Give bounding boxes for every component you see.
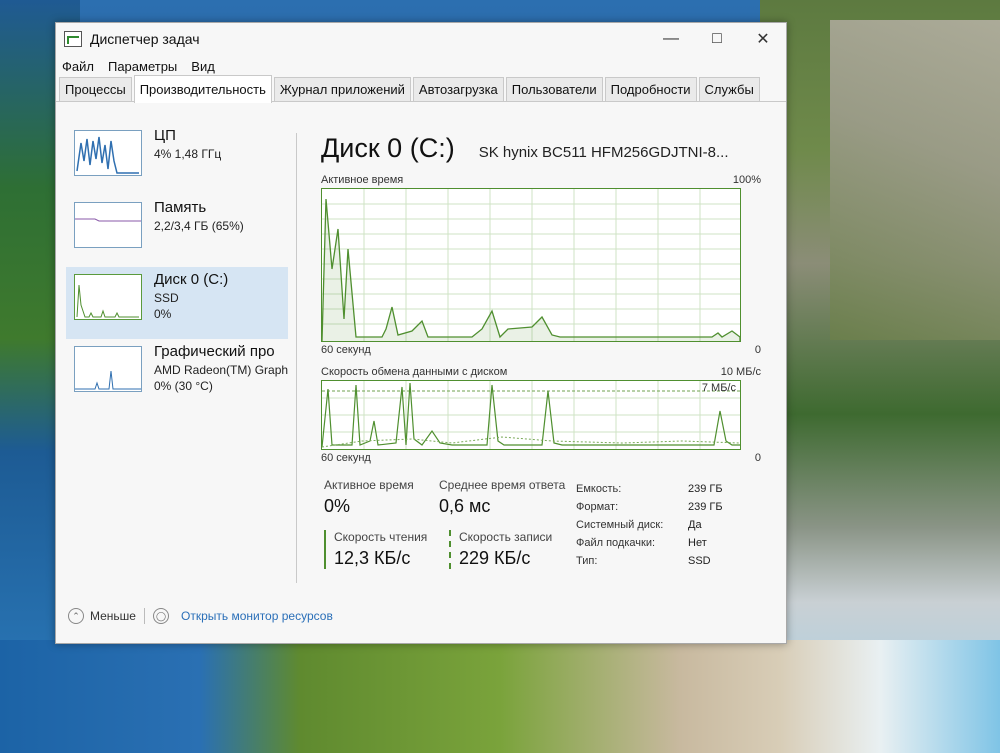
cpu-thumbnail-graph <box>74 130 142 176</box>
read-speed-value: 12,3 КБ/с <box>334 548 411 568</box>
response-time-value: 0,6 мс <box>439 496 491 516</box>
sidebar-cpu-name: ЦП <box>154 127 176 144</box>
write-speed-label: Скорость записи <box>459 530 553 544</box>
sidebar-item-gpu[interactable]: Графический про AMD Radeon(TM) Graph 0% … <box>66 339 288 411</box>
property-row: Емкость: 239 ГБ <box>576 483 723 501</box>
menu-options[interactable]: Параметры <box>108 59 177 74</box>
transfer-rate-graph-timespan: 60 секунд <box>321 452 371 464</box>
tab-processes[interactable]: Процессы <box>59 77 132 101</box>
task-manager-icon <box>64 31 82 47</box>
transfer-rate-graph-min: 0 <box>754 452 761 464</box>
fewer-details-button[interactable]: Меньше <box>90 609 136 623</box>
read-speed-label: Скорость чтения <box>334 530 428 544</box>
window-controls: — □ ✕ <box>648 23 786 55</box>
property-value: Да <box>688 519 702 531</box>
sidebar-memory-name: Память <box>154 199 207 216</box>
active-time-graph-min: 0 <box>754 344 761 356</box>
tab-app-history[interactable]: Журнал приложений <box>273 77 411 101</box>
transfer-rate-graph-inner-max: 7 МБ/с <box>701 382 736 394</box>
tab-performance[interactable]: Производительность <box>133 75 272 103</box>
sidebar-gpu-model: AMD Radeon(TM) Graph <box>154 363 289 377</box>
sidebar-divider <box>296 133 297 583</box>
transfer-rate-graph: 7 МБ/с <box>321 380 741 450</box>
property-row: Файл подкачки: Нет <box>576 537 723 555</box>
disk-detail-panel: Диск 0 (C:) SK hynix BC511 HFM256GDJTNI-… <box>321 133 761 603</box>
tab-bar: Процессы Производительность Журнал прило… <box>56 75 786 103</box>
menu-view[interactable]: Вид <box>191 59 215 74</box>
transfer-rate-graph-max: 10 МБ/с <box>720 366 761 378</box>
tab-users[interactable]: Пользователи <box>505 77 603 101</box>
property-key: Формат: <box>576 501 619 513</box>
tab-startup[interactable]: Автозагрузка <box>412 77 504 101</box>
property-key: Файл подкачки: <box>576 537 656 549</box>
property-row: Тип: SSD <box>576 555 723 573</box>
resource-monitor-icon[interactable]: ◯ <box>152 608 169 624</box>
tab-services[interactable]: Службы <box>698 77 760 101</box>
title-bar[interactable]: Диспетчер задач — □ ✕ <box>56 23 786 55</box>
response-time-label: Среднее время ответа <box>439 478 566 492</box>
maximize-button[interactable]: □ <box>694 23 740 55</box>
property-row: Формат: 239 ГБ <box>576 501 723 519</box>
memory-thumbnail-graph <box>74 202 142 248</box>
transfer-rate-graph-label: Скорость обмена данными с диском <box>321 366 508 378</box>
disk-title: Диск 0 (C:) <box>321 133 455 163</box>
sidebar-memory-usage: 2,2/3,4 ГБ (65%) <box>154 219 244 233</box>
active-time-graph-timespan: 60 секунд <box>321 344 371 356</box>
gpu-thumbnail-graph <box>74 346 142 392</box>
property-value: 239 ГБ <box>688 483 723 495</box>
minimize-button[interactable]: — <box>648 23 694 55</box>
active-time-label: Активное время <box>324 478 414 492</box>
sidebar-item-disk[interactable]: Диск 0 (C:) SSD 0% <box>66 267 288 339</box>
footer-separator <box>143 608 145 624</box>
open-resource-monitor-link[interactable]: Открыть монитор ресурсов <box>181 609 333 623</box>
task-manager-window: Диспетчер задач — □ ✕ Файл Параметры Вид… <box>55 22 787 644</box>
sidebar-gpu-usage: 0% (30 °C) <box>154 379 213 393</box>
sidebar-item-cpu[interactable]: ЦП 4% 1,48 ГГц <box>66 123 288 195</box>
property-value: 239 ГБ <box>688 501 723 513</box>
window-title: Диспетчер задач <box>90 31 200 47</box>
write-speed-value: 229 КБ/с <box>459 548 531 568</box>
sidebar-gpu-name: Графический про <box>154 343 275 360</box>
active-time-value: 0% <box>324 496 351 516</box>
sidebar-disk-usage: 0% <box>154 307 172 321</box>
property-key: Тип: <box>576 555 598 567</box>
desktop-background-cliff <box>830 20 1000 340</box>
sidebar-disk-type: SSD <box>154 291 179 305</box>
disk-model: SK hynix BC511 HFM256GDJTNI-8... <box>478 144 729 161</box>
property-row: Системный диск: Да <box>576 519 723 537</box>
sidebar-cpu-usage: 4% 1,48 ГГц <box>154 147 222 161</box>
menu-bar: Файл Параметры Вид <box>56 55 786 77</box>
footer-bar: ⌃ Меньше ◯ Открыть монитор ресурсов <box>68 608 333 624</box>
menu-file[interactable]: Файл <box>62 59 94 74</box>
disk-thumbnail-graph <box>74 274 142 320</box>
desktop-background-bottom <box>0 640 1000 753</box>
close-button[interactable]: ✕ <box>740 23 786 55</box>
active-time-graph <box>321 188 741 342</box>
property-value: SSD <box>688 555 711 567</box>
resource-sidebar: ЦП 4% 1,48 ГГц Память 2,2/3,4 ГБ (65%) Д… <box>66 123 288 593</box>
chevron-up-icon[interactable]: ⌃ <box>68 608 84 624</box>
property-key: Системный диск: <box>576 519 664 531</box>
property-key: Емкость: <box>576 483 622 495</box>
tab-details[interactable]: Подробности <box>604 77 697 101</box>
disk-properties: Емкость: 239 ГБ Формат: 239 ГБ Системный д… <box>576 483 723 573</box>
sidebar-item-memory[interactable]: Память 2,2/3,4 ГБ (65%) <box>66 195 288 267</box>
property-value: Нет <box>688 537 707 549</box>
active-time-graph-label: Активное время <box>321 174 404 186</box>
active-time-graph-max: 100% <box>732 174 761 186</box>
sidebar-disk-name: Диск 0 (C:) <box>154 271 229 288</box>
